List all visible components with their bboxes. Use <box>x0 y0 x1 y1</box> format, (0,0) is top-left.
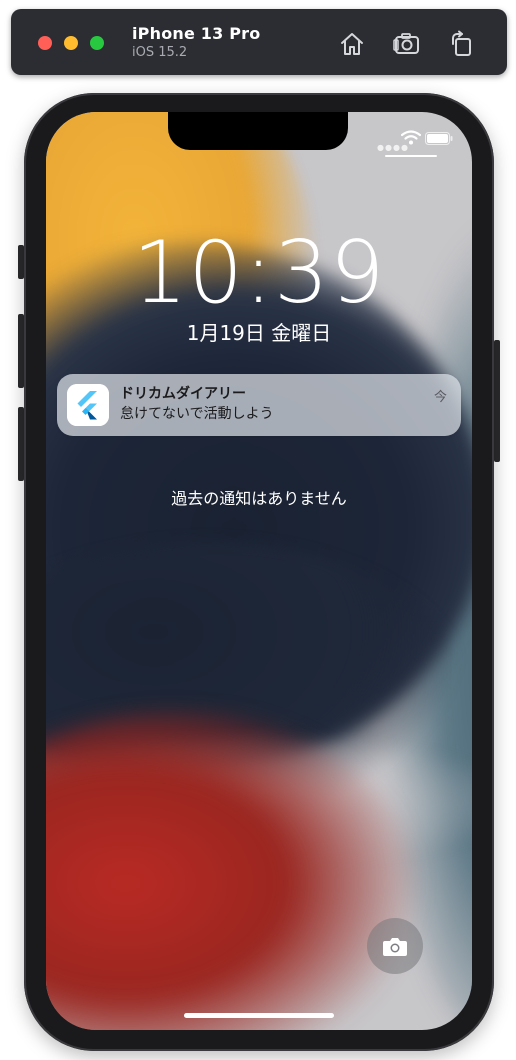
home-indicator[interactable] <box>184 1013 334 1018</box>
rotate-button[interactable] <box>448 30 476 58</box>
minimize-window-button[interactable] <box>64 36 78 50</box>
notification-time: 今 <box>433 390 447 405</box>
notification-message: 怠けてないで活動しよう <box>120 406 274 422</box>
simulator-toolbar: iPhone 13 Pro iOS 15.2 <box>11 9 507 75</box>
flutter-logo-icon <box>67 384 109 426</box>
side-button <box>494 340 500 462</box>
camera-icon <box>383 938 407 956</box>
device-name: iPhone 13 Pro <box>132 24 261 43</box>
notification-card[interactable]: ドリカムダイアリー 怠けてないで活動しよう 今 <box>57 374 461 436</box>
close-window-button[interactable] <box>38 36 52 50</box>
no-older-notifications-label: 過去の通知はありません <box>171 489 347 508</box>
battery-icon <box>425 132 453 145</box>
home-icon <box>341 33 363 55</box>
wifi-icon <box>401 130 421 145</box>
app-icon <box>67 384 109 426</box>
notch <box>168 112 348 150</box>
screenshot-icon <box>393 33 419 54</box>
control-center-indicator[interactable] <box>385 155 437 157</box>
screenshot-button[interactable] <box>393 30 421 58</box>
lockscreen-time: 10:39 <box>132 223 386 323</box>
os-version: iOS 15.2 <box>132 45 188 60</box>
camera-button[interactable] <box>367 918 423 974</box>
home-button[interactable] <box>338 30 366 58</box>
lockscreen-date: 1月19日 金曜日 <box>186 321 332 345</box>
notification-app-name: ドリカムダイアリー <box>120 386 246 402</box>
rotate-icon <box>452 30 471 56</box>
simulator-window: iPhone 13 Pro iOS 15.2 ●●●● 10:39 1月19日 … <box>0 0 516 1060</box>
zoom-window-button[interactable] <box>90 36 104 50</box>
